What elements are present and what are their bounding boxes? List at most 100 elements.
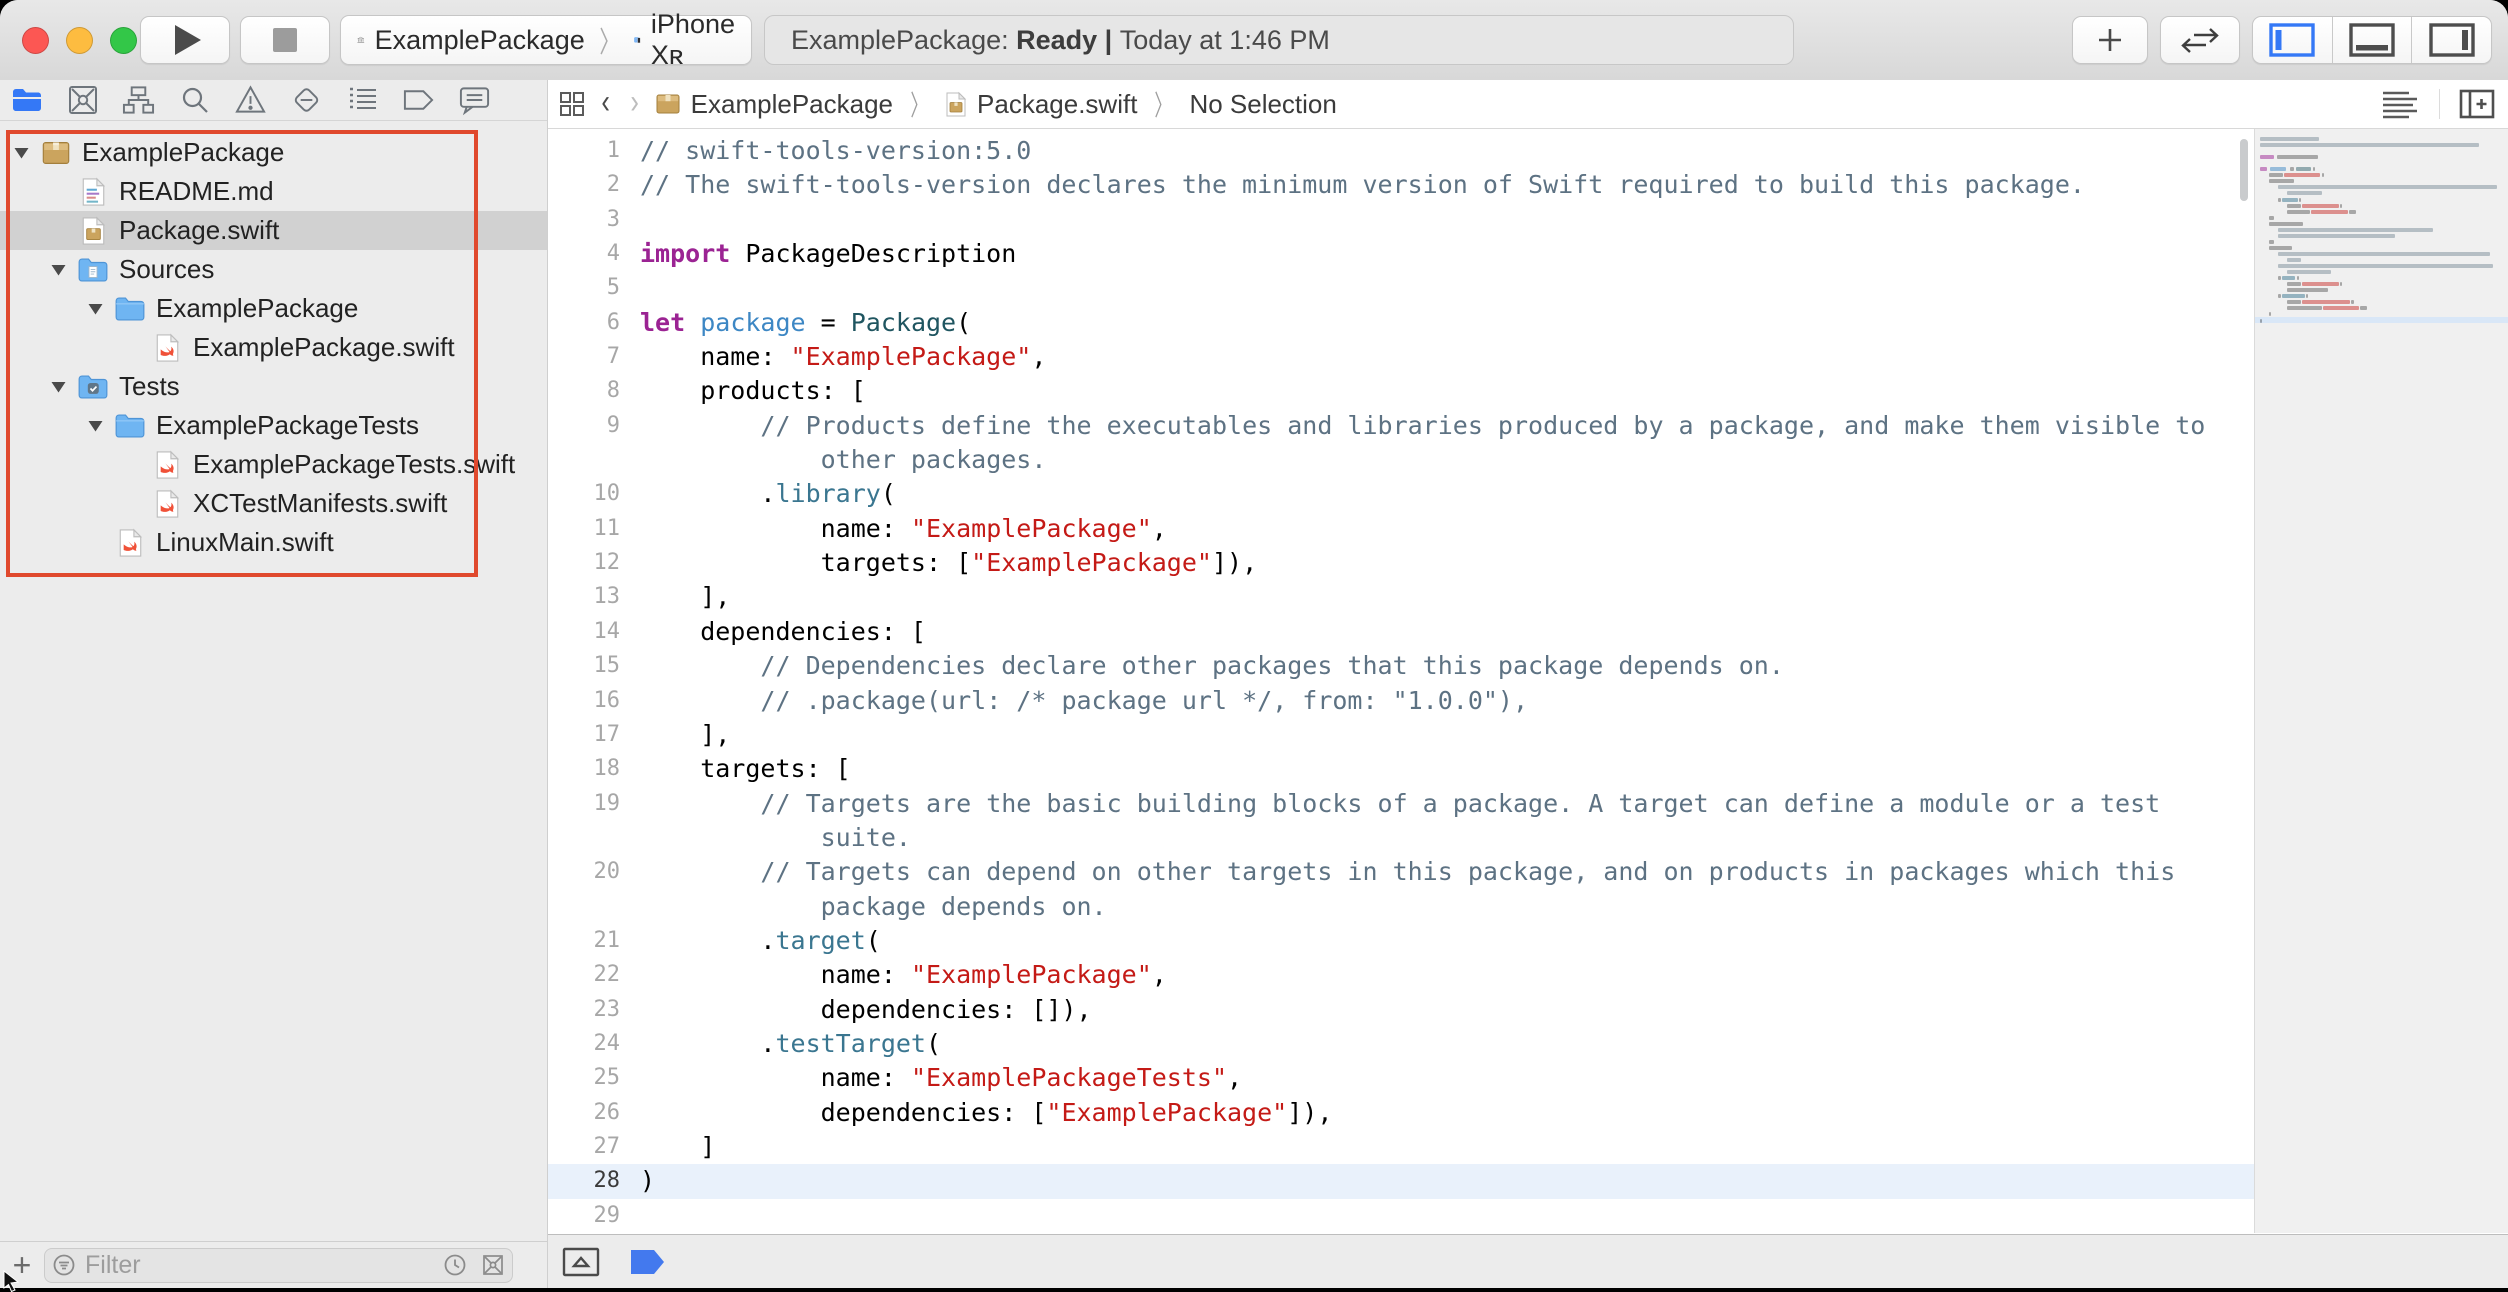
code-line-27[interactable]: 27 ]	[548, 1130, 2254, 1164]
code-line-19[interactable]: 19 // Targets are the basic building blo…	[548, 787, 2254, 821]
line-number: 26	[548, 1096, 620, 1130]
folder-icon	[114, 296, 146, 322]
close-window-button[interactable]	[22, 27, 49, 54]
code-line-26[interactable]: 26 dependencies: ["ExamplePackage"]),	[548, 1096, 2254, 1130]
code-line-24[interactable]: 24 .testTarget(	[548, 1027, 2254, 1061]
minimap-bar	[2278, 264, 2492, 268]
run-button[interactable]	[140, 16, 230, 64]
code-line-14[interactable]: 14 dependencies: [	[548, 615, 2254, 649]
tree-item-package-swift[interactable]: Package.swift	[0, 211, 547, 250]
toggle-inspector-button[interactable]	[2411, 17, 2491, 63]
tree-item-readme-md[interactable]: README.md	[0, 172, 547, 211]
disclosure-triangle[interactable]	[12, 144, 40, 161]
source-control-navigator-icon[interactable]	[66, 84, 99, 117]
code-lines[interactable]: 1// swift-tools-version:5.02// The swift…	[548, 134, 2254, 1233]
breadcrumb-selection[interactable]: No Selection	[1189, 89, 1336, 120]
issue-navigator-icon[interactable]	[234, 84, 267, 117]
line-text: targets: ["ExamplePackage"]),	[620, 546, 1257, 580]
code-line-wrap[interactable]: package depends on.	[548, 890, 2254, 924]
tree-item-examplepackage-swift[interactable]: ExamplePackage.swift	[0, 328, 547, 367]
editor-options-icon[interactable]	[2379, 88, 2421, 120]
disclosure-triangle[interactable]	[49, 261, 77, 278]
code-review-button[interactable]	[2160, 16, 2240, 64]
debug-navigator-icon[interactable]	[346, 84, 379, 117]
filter-icon	[52, 1253, 76, 1277]
related-items-icon[interactable]	[558, 90, 586, 118]
code-line-29[interactable]: 29	[548, 1199, 2254, 1233]
code-line-wrap[interactable]: suite.	[548, 821, 2254, 855]
breadcrumb-file[interactable]: Package.swift	[977, 89, 1137, 120]
code-line-8[interactable]: 8 products: [	[548, 374, 2254, 408]
code-line-10[interactable]: 10 .library(	[548, 477, 2254, 511]
code-line-4[interactable]: 4import PackageDescription	[548, 237, 2254, 271]
code-line-15[interactable]: 15 // Dependencies declare other package…	[548, 649, 2254, 683]
minimap[interactable]	[2254, 129, 2508, 1233]
disclosure-triangle[interactable]	[49, 378, 77, 395]
code-line-28[interactable]: 28)	[548, 1164, 2254, 1198]
tree-item-examplepackagetests[interactable]: ExamplePackageTests	[0, 406, 547, 445]
toggle-debug-area-button[interactable]	[2332, 17, 2412, 63]
code-line-wrap[interactable]: other packages.	[548, 443, 2254, 477]
report-navigator-icon[interactable]	[458, 84, 491, 117]
breakpoint-navigator-icon[interactable]	[402, 84, 435, 117]
filter-field[interactable]	[44, 1248, 513, 1283]
recent-files-clock-icon[interactable]	[443, 1253, 467, 1277]
forward-button[interactable]: ›	[631, 83, 639, 122]
code-line-18[interactable]: 18 targets: [	[548, 752, 2254, 786]
line-text: other packages.	[620, 443, 1046, 477]
minimize-window-button[interactable]	[66, 27, 93, 54]
tree-item-examplepackage[interactable]: ExamplePackage	[0, 133, 547, 172]
minimap-bar	[2287, 306, 2321, 310]
code-line-1[interactable]: 1// swift-tools-version:5.0	[548, 134, 2254, 168]
disclosure-triangle[interactable]	[86, 417, 114, 434]
breadcrumb-project[interactable]: ExamplePackage	[691, 89, 893, 120]
line-number: 25	[548, 1061, 620, 1095]
code-line-21[interactable]: 21 .target(	[548, 924, 2254, 958]
code-line-7[interactable]: 7 name: "ExamplePackage",	[548, 340, 2254, 374]
symbol-navigator-icon[interactable]	[122, 84, 155, 117]
code-line-13[interactable]: 13 ],	[548, 580, 2254, 614]
editor-scrollbar[interactable]	[2240, 139, 2248, 201]
code-line-2[interactable]: 2// The swift-tools-version declares the…	[548, 168, 2254, 202]
back-button[interactable]: ‹	[601, 83, 609, 122]
code-line-9[interactable]: 9 // Products define the executables and…	[548, 409, 2254, 443]
disclosure-triangle[interactable]	[86, 300, 114, 317]
code-line-20[interactable]: 20 // Targets can depend on other target…	[548, 855, 2254, 889]
code-line-3[interactable]: 3	[548, 203, 2254, 237]
line-text: ],	[620, 718, 730, 752]
code-line-16[interactable]: 16 // .package(url: /* package url */, f…	[548, 684, 2254, 718]
test-navigator-icon[interactable]	[290, 84, 323, 117]
line-number: 13	[548, 580, 620, 614]
filter-input[interactable]	[83, 1250, 436, 1281]
find-navigator-icon[interactable]	[178, 84, 211, 117]
code-line-11[interactable]: 11 name: "ExamplePackage",	[548, 512, 2254, 546]
code-line-25[interactable]: 25 name: "ExamplePackageTests",	[548, 1061, 2254, 1095]
tree-item-linuxmain-swift[interactable]: LinuxMain.swift	[0, 523, 547, 562]
library-add-button[interactable]	[2072, 16, 2148, 64]
tree-item-tests[interactable]: Tests	[0, 367, 547, 406]
breakpoints-enabled-icon[interactable]	[630, 1249, 666, 1275]
toggle-navigator-button[interactable]	[2253, 17, 2332, 63]
code-line-6[interactable]: 6let package = Package(	[548, 306, 2254, 340]
line-number: 27	[548, 1130, 620, 1164]
code-line-23[interactable]: 23 dependencies: []),	[548, 993, 2254, 1027]
tree-item-examplepackage[interactable]: ExamplePackage	[0, 289, 547, 328]
scheme-selector[interactable]: ExamplePackage 〉 iPhone Xʀ	[340, 15, 752, 65]
code-line-17[interactable]: 17 ],	[548, 718, 2254, 752]
add-editor-icon[interactable]	[2458, 87, 2496, 121]
minimap-bar	[2260, 137, 2319, 141]
project-navigator-icon[interactable]	[10, 84, 43, 117]
code-line-22[interactable]: 22 name: "ExamplePackage",	[548, 958, 2254, 992]
stop-button[interactable]	[240, 16, 330, 64]
tree-item-xctestmanifests-swift[interactable]: XCTestManifests.swift	[0, 484, 547, 523]
minimap-bar	[2278, 276, 2280, 280]
tree-item-examplepackagetests-swift[interactable]: ExamplePackageTests.swift	[0, 445, 547, 484]
minimap-bar	[2340, 282, 2342, 286]
toggle-debug-bar-icon[interactable]	[562, 1247, 600, 1277]
source-editor[interactable]: 1// swift-tools-version:5.02// The swift…	[548, 129, 2508, 1233]
code-line-12[interactable]: 12 targets: ["ExamplePackage"]),	[548, 546, 2254, 580]
code-line-5[interactable]: 5	[548, 271, 2254, 305]
zoom-window-button[interactable]	[110, 27, 137, 54]
tree-item-sources[interactable]: Sources	[0, 250, 547, 289]
source-control-filter-icon[interactable]	[481, 1253, 505, 1277]
